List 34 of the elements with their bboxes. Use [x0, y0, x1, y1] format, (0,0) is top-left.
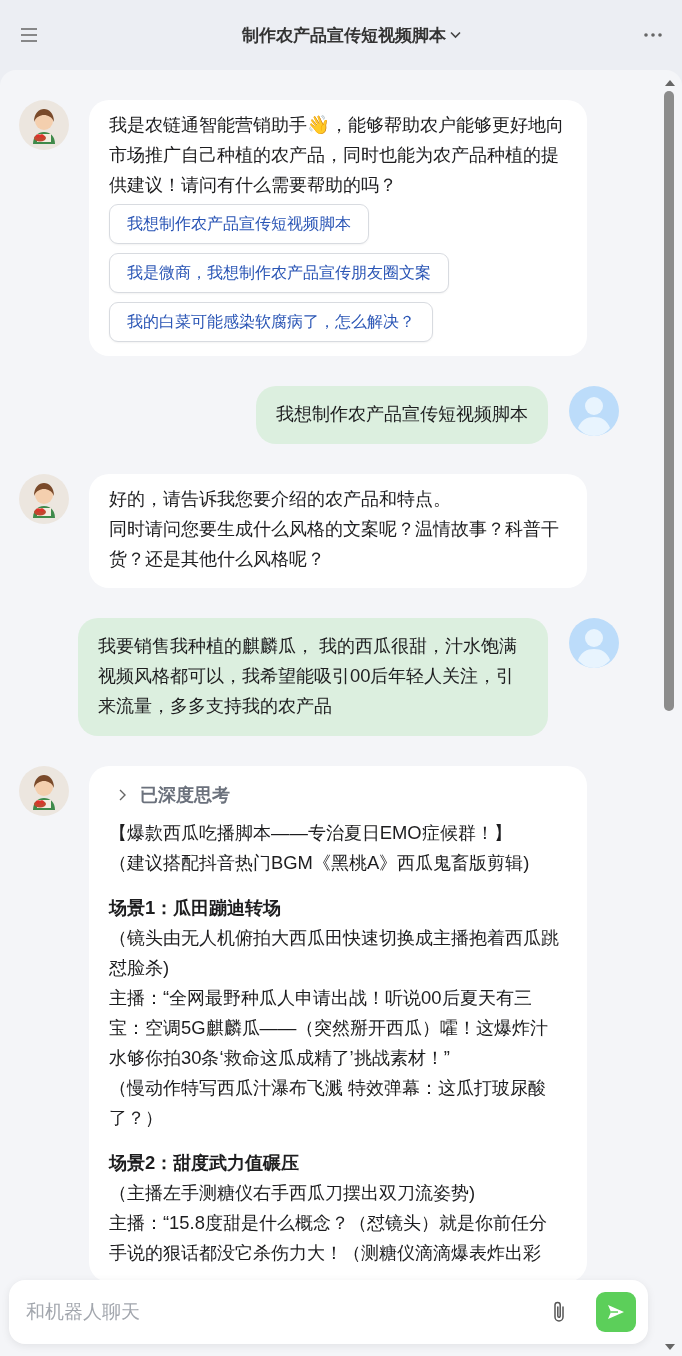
scrollbar[interactable] — [664, 78, 676, 1352]
send-icon — [607, 1304, 625, 1320]
message-text: （慢动作特写西瓜汁瀑布飞溅 特效弹幕：这瓜打玻尿酸了？） — [109, 1076, 548, 1130]
chevron-right-icon — [119, 789, 126, 801]
message-text: 视频风格都可以，我希望能吸引00后年轻人关注，引来流量，多多支持我的农产品 — [98, 664, 516, 718]
suggestion-button[interactable]: 我是微商，我想制作农产品宣传朋友圈文案 — [109, 253, 449, 293]
avatar-drawing — [19, 766, 69, 816]
suggestion-button[interactable]: 我想制作农产品宣传短视频脚本 — [109, 204, 369, 244]
message-text: 主播：“15.8度甜是什么概念？（怼镜头）就是你前任分手说的狠话都没它杀伤力大！（测糖仪滴滴爆表炸出彩 — [109, 1211, 548, 1265]
more-icon[interactable] — [644, 33, 662, 37]
menu-icon[interactable] — [20, 27, 38, 43]
message-text: （建议搭配抖音热门BGM《黑桃A》西瓜鬼畜版剪辑) — [109, 851, 531, 875]
avatar-drawing — [19, 100, 69, 150]
section-heading: 场景2：甜度武力值碾压 — [109, 1151, 301, 1175]
avatar-drawing — [19, 474, 69, 524]
chevron-down-icon[interactable] — [449, 31, 461, 39]
suggestion-button[interactable]: 我的白菜可能感染软腐病了，怎么解决？ — [109, 302, 433, 342]
scroll-up-icon[interactable] — [664, 78, 676, 87]
message-text: 【爆款西瓜吃播脚本——专治夏日EMO症候群！】 — [109, 821, 513, 845]
message-text: 我是农链通智能营销助手👋，能够帮助农户能够更好地向市场推广自己种植的农产品，同时也能为农产品种植的提供建议！请问有什么需要帮助的吗？ — [109, 113, 564, 197]
chat-title[interactable]: 制作农产品宣传短视频脚本 — [241, 23, 446, 47]
section-heading: 场景1：瓜田蹦迪转场 — [109, 896, 283, 920]
user-avatar-icon — [569, 618, 619, 668]
message-text: （镜头由无人机俯拍大西瓜田快速切换成主播抱着西瓜跳怼脸杀) — [109, 926, 560, 980]
message-text: （主播左手测糖仪右手西瓜刀摆出双刀流姿势) — [109, 1181, 477, 1205]
message-text: 我想制作农产品宣传短视频脚本 — [276, 402, 528, 426]
thinking-toggle[interactable]: 已深度思考 — [109, 776, 564, 818]
user-avatar-icon — [569, 386, 619, 436]
scroll-down-icon[interactable] — [664, 1343, 676, 1352]
message-text: 主播：“全网最野种瓜人申请出战！听说00后夏天有三宝：空调5G麒麟瓜——（突然掰开西瓜）嚯！这爆炸汁水够你拍30条‘救命这瓜成精了’挑战素材！” — [109, 986, 550, 1070]
message-text: 同时请问您要生成什么风格的文案呢？温情故事？科普干货？还是其他什么风格呢？ — [109, 517, 560, 571]
message-text: 好的，请告诉我您要介绍的农产品和特点。 — [109, 487, 452, 511]
message-text: 我要销售我种植的麒麟瓜， 我的西瓜很甜，汁水饱满 — [98, 634, 519, 658]
chat-input-field[interactable]: 和机器人聊天 — [9, 1280, 648, 1344]
